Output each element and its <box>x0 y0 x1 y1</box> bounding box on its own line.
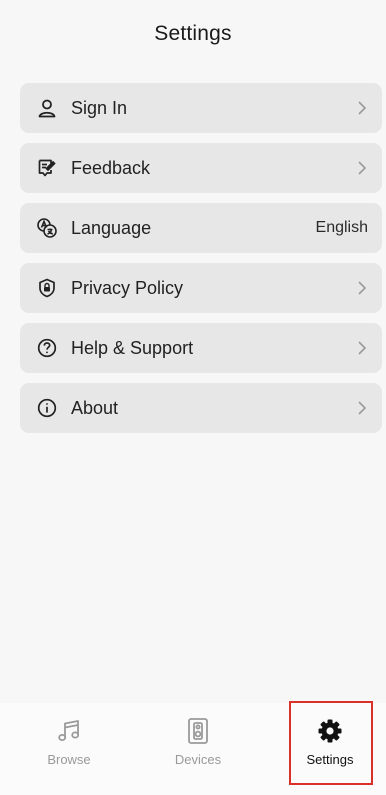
question-circle-icon <box>36 337 58 359</box>
settings-screen: Settings Sign In Feedback Language Engli… <box>0 0 386 795</box>
chevron-right-icon <box>356 340 368 356</box>
settings-menu: Sign In Feedback Language English Privac… <box>20 83 382 443</box>
chevron-right-icon <box>356 400 368 416</box>
menu-item-about[interactable]: About <box>20 383 382 433</box>
menu-item-feedback[interactable]: Feedback <box>20 143 382 193</box>
menu-item-label: Feedback <box>71 157 151 178</box>
menu-item-label: Privacy Policy <box>71 277 184 298</box>
menu-item-help-support[interactable]: Help & Support <box>20 323 382 373</box>
menu-item-privacy-policy[interactable]: Privacy Policy <box>20 263 382 313</box>
tab-devices[interactable]: Devices <box>134 703 262 795</box>
chevron-right-icon <box>356 100 368 116</box>
menu-item-language[interactable]: Language English <box>20 203 382 253</box>
tab-browse[interactable]: Browse <box>5 703 133 795</box>
person-icon <box>36 97 58 119</box>
page-title: Settings <box>154 22 232 45</box>
language-icon <box>36 217 58 239</box>
menu-item-label: Sign In <box>71 97 128 118</box>
menu-item-sign-in[interactable]: Sign In <box>20 83 382 133</box>
menu-item-label: Language <box>71 217 152 238</box>
feedback-icon <box>36 157 58 179</box>
info-circle-icon <box>36 397 58 419</box>
chevron-right-icon <box>356 280 368 296</box>
menu-item-label: About <box>71 397 119 418</box>
music-note-icon <box>55 717 83 745</box>
tab-label: Browse <box>47 752 91 767</box>
menu-item-label: Help & Support <box>71 337 194 358</box>
shield-lock-icon <box>36 277 58 299</box>
current-language-value: English <box>315 219 368 236</box>
speaker-icon <box>184 717 212 745</box>
chevron-right-icon <box>356 160 368 176</box>
active-tab-highlight <box>289 701 373 785</box>
tab-label: Devices <box>174 752 222 767</box>
